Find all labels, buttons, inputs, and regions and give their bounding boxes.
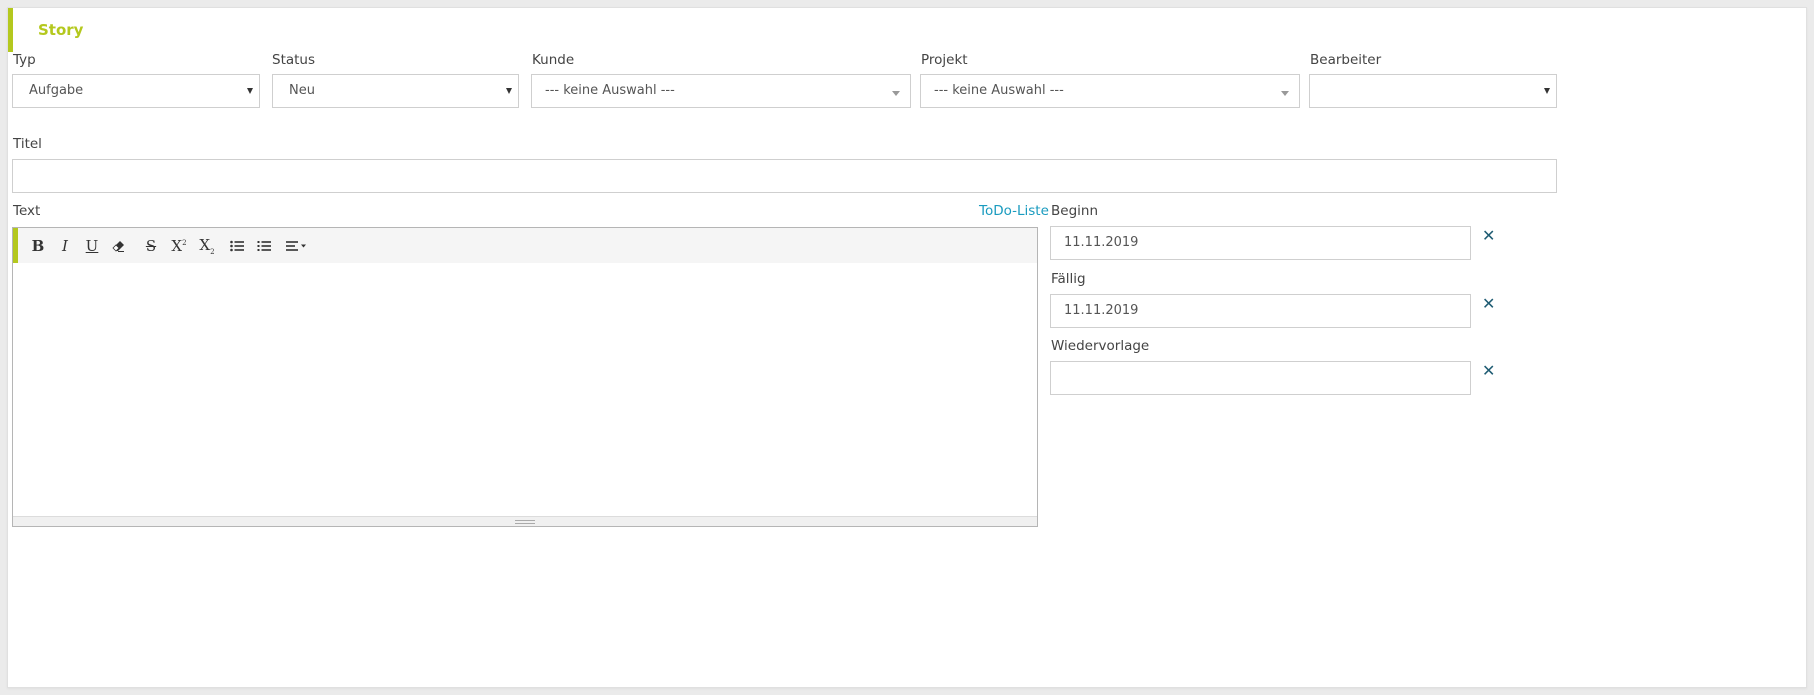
faellig-value: 11.11.2019: [1064, 303, 1139, 318]
subscript-button[interactable]: X2: [195, 235, 219, 257]
italic-icon: I: [62, 237, 68, 255]
todo-list-link[interactable]: ToDo-Liste: [979, 203, 1049, 219]
chevron-down-icon: [892, 91, 900, 96]
superscript-icon: X2: [171, 237, 187, 255]
typ-select[interactable]: Aufgabe: [12, 74, 260, 108]
projekt-value: --- keine Auswahl ---: [934, 83, 1064, 98]
bearbeiter-select[interactable]: [1309, 74, 1557, 108]
clear-faellig-icon[interactable]: ✕: [1482, 296, 1495, 312]
wiedervorlage-label: Wiedervorlage: [1051, 338, 1150, 354]
eraser-icon: [112, 241, 124, 252]
wiedervorlage-date-input[interactable]: [1050, 361, 1471, 395]
align-left-icon: [286, 241, 306, 251]
editor-resize-handle[interactable]: [13, 516, 1037, 526]
typ-value: Aufgabe: [29, 83, 84, 98]
faellig-label: Fällig: [1051, 271, 1086, 287]
status-label: Status: [272, 52, 316, 68]
strikethrough-icon: S: [145, 237, 157, 255]
numbered-list-icon: [257, 241, 271, 251]
bold-icon: B: [31, 237, 45, 255]
status-select[interactable]: Neu: [272, 74, 519, 108]
story-panel: Story Typ Status Kunde Projekt Bearbeite…: [7, 7, 1807, 688]
numbered-list-button[interactable]: [252, 235, 276, 257]
bullet-list-button[interactable]: [225, 235, 249, 257]
strikethrough-button[interactable]: S: [139, 235, 163, 257]
clear-format-button[interactable]: [107, 235, 131, 257]
grip-icon: [515, 520, 535, 524]
bold-button[interactable]: B: [26, 235, 50, 257]
bullet-list-icon: [230, 240, 244, 252]
beginn-value: 11.11.2019: [1064, 235, 1139, 250]
kunde-label: Kunde: [532, 52, 575, 68]
superscript-button[interactable]: X2: [167, 235, 191, 257]
panel-header: Story: [8, 8, 1806, 52]
projekt-label: Projekt: [921, 52, 968, 68]
chevron-down-icon: [247, 88, 253, 94]
clear-wiedervorlage-icon[interactable]: ✕: [1482, 363, 1495, 379]
beginn-label: Beginn: [1051, 203, 1098, 219]
beginn-date-input[interactable]: 11.11.2019: [1050, 226, 1471, 260]
panel-title: Story: [38, 21, 84, 39]
subscript-icon: X2: [199, 236, 215, 256]
chevron-down-icon: [506, 88, 512, 94]
chevron-down-icon: [1281, 91, 1289, 96]
projekt-select[interactable]: --- keine Auswahl ---: [920, 74, 1300, 108]
kunde-value: --- keine Auswahl ---: [545, 83, 675, 98]
titel-label: Titel: [13, 136, 42, 152]
rich-text-editor[interactable]: B I U S X2 X2: [12, 227, 1038, 527]
align-dropdown-button[interactable]: [282, 235, 312, 257]
status-value: Neu: [289, 83, 315, 98]
clear-beginn-icon[interactable]: ✕: [1482, 228, 1495, 244]
underline-icon: U: [85, 237, 99, 255]
chevron-down-icon: [1544, 88, 1550, 94]
titel-input[interactable]: [12, 159, 1557, 193]
italic-button[interactable]: I: [53, 235, 77, 257]
underline-button[interactable]: U: [80, 235, 104, 257]
bearbeiter-label: Bearbeiter: [1310, 52, 1382, 68]
typ-label: Typ: [13, 52, 36, 68]
kunde-select[interactable]: --- keine Auswahl ---: [531, 74, 911, 108]
editor-toolbar: B I U S X2 X2: [13, 228, 1037, 263]
text-label: Text: [13, 203, 41, 219]
faellig-date-input[interactable]: 11.11.2019: [1050, 294, 1471, 328]
